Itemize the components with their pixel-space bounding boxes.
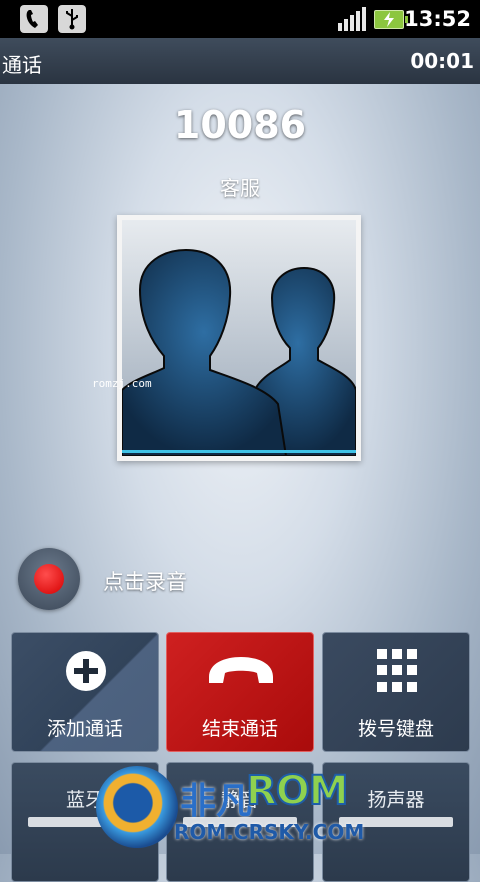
signal-icon bbox=[338, 7, 366, 31]
logo-brand-cn: 非凡 bbox=[180, 781, 253, 822]
battery-charging-icon bbox=[374, 10, 408, 29]
logo-swirl-icon bbox=[96, 766, 178, 848]
call-title: 通话 bbox=[2, 53, 42, 77]
contact-placeholder-icon bbox=[122, 220, 356, 456]
hang-up-icon bbox=[209, 657, 273, 683]
record-label[interactable]: 点击录音 bbox=[103, 566, 187, 596]
dialpad-icon bbox=[377, 649, 417, 693]
logo-brand-rom: ROM bbox=[245, 767, 350, 815]
call-header: 通话 00:01 bbox=[0, 38, 480, 84]
add-icon bbox=[66, 651, 106, 691]
watermark-logo: 非凡 ROM ROM.CRSKY.COM bbox=[96, 758, 396, 854]
record-button[interactable] bbox=[18, 548, 80, 610]
caller-label: 客服 bbox=[220, 176, 260, 200]
add-call-button[interactable]: 添加通话 bbox=[11, 632, 159, 752]
logo-url: ROM.CRSKY.COM bbox=[174, 820, 365, 844]
photo-accent-line bbox=[122, 450, 356, 453]
record-icon bbox=[34, 564, 64, 594]
dialpad-button[interactable]: 拨号键盘 bbox=[322, 632, 470, 752]
dialpad-label: 拨号键盘 bbox=[357, 718, 434, 740]
phone-icon bbox=[20, 5, 48, 33]
add-call-label: 添加通话 bbox=[46, 718, 123, 740]
status-bar: 13:52 bbox=[0, 0, 480, 38]
contact-photo bbox=[117, 215, 361, 461]
end-call-label: 结束通话 bbox=[201, 718, 278, 740]
status-clock: 13:52 bbox=[404, 7, 471, 31]
end-call-button[interactable]: 结束通话 bbox=[166, 632, 314, 752]
photo-watermark: romzj.com bbox=[92, 377, 152, 390]
caller-number: 10086 bbox=[173, 103, 307, 147]
usb-icon bbox=[58, 5, 86, 33]
call-timer: 00:01 bbox=[410, 49, 474, 73]
